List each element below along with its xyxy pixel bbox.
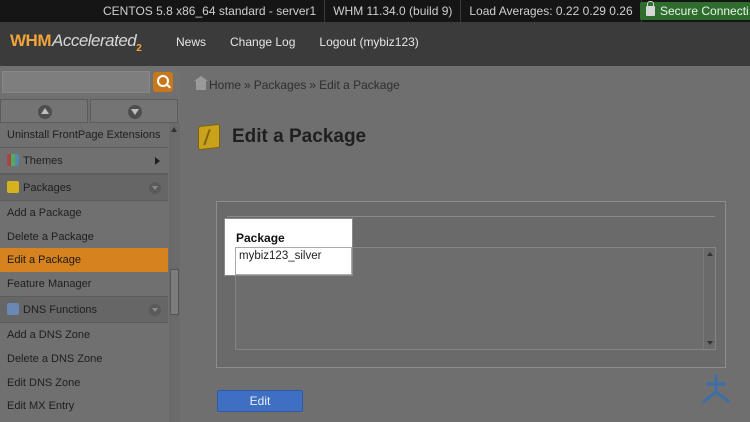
breadcrumb-home[interactable]: Home (209, 78, 241, 92)
logo-accent: Accelerated (51, 31, 137, 50)
sidebar-item-delete-dns-zone[interactable]: Delete a DNS Zone (0, 347, 168, 371)
sidebar-section-themes[interactable]: Themes (0, 146, 168, 174)
header: WHMAccelerated2 News Change Log Logout (… (0, 22, 750, 66)
menu-scroll-up-button[interactable] (0, 99, 88, 123)
scroll-down-arrow-icon[interactable] (707, 341, 713, 345)
page-title: Edit a Package (232, 126, 367, 147)
sidebar-section-packages[interactable]: Packages (0, 173, 168, 201)
arrow-down-icon (128, 105, 142, 119)
nav-news[interactable]: News (176, 35, 206, 49)
sidebar-item-edit-dns-zone[interactable]: Edit DNS Zone (0, 371, 168, 395)
server-info: CENTOS 5.8 x86_64 standard - server1 (95, 0, 326, 22)
top-nav: News Change Log Logout (mybiz123) (176, 35, 443, 49)
nav-change-log[interactable]: Change Log (230, 35, 295, 49)
whm-logo[interactable]: WHMAccelerated2 (10, 31, 142, 54)
sidebar-item-edit-mx-entry[interactable]: Edit MX Entry (0, 394, 168, 418)
sidebar-section-label: DNS Functions (23, 303, 97, 316)
menu-scroll-controls (0, 99, 180, 123)
status-bar: CENTOS 5.8 x86_64 standard - server1 WHM… (0, 0, 750, 22)
breadcrumb-current: Edit a Package (319, 78, 400, 92)
sidebar-item-add-package[interactable]: Add a Package (0, 201, 168, 225)
package-icon (198, 123, 220, 151)
sidebar: Uninstall FrontPage Extensions Themes Pa… (0, 66, 181, 422)
load-averages: Load Averages: 0.22 0.29 0.26 (461, 0, 642, 22)
sidebar-item-edit-package[interactable]: Edit a Package (0, 248, 168, 273)
package-label: Package (236, 231, 285, 245)
sidebar-scrollbar[interactable] (169, 123, 180, 422)
sidebar-scrollbar-thumb[interactable] (170, 269, 179, 315)
breadcrumb: Home» Packages» Edit a Package (194, 76, 400, 92)
chevron-down-icon (149, 181, 161, 194)
breadcrumb-packages[interactable]: Packages (254, 78, 307, 92)
breadcrumb-separator: » (244, 78, 251, 92)
logo-main: WHM (10, 31, 51, 50)
home-icon (194, 76, 208, 90)
panel-divider (227, 216, 715, 217)
sidebar-item-delete-package[interactable]: Delete a Package (0, 225, 168, 249)
package-icon (7, 180, 19, 193)
sidebar-search (0, 69, 180, 95)
scroll-up-arrow-icon[interactable] (707, 252, 713, 256)
lock-icon (646, 1, 655, 16)
secure-connection-label: Secure Connecti (660, 4, 749, 18)
package-list-scrollbar[interactable] (703, 248, 715, 349)
edit-button[interactable]: Edit (217, 390, 303, 412)
chevron-right-icon (155, 156, 160, 165)
search-input[interactable] (2, 71, 150, 93)
package-select-callout: Package mybiz123_silver (224, 218, 353, 276)
watermark-logo-icon (702, 375, 730, 404)
whm-version: WHM 11.34.0 (build 9) (325, 0, 462, 22)
sidebar-section-label: Themes (23, 154, 63, 167)
package-option-selected[interactable]: mybiz123_silver (235, 247, 352, 275)
breadcrumb-separator: » (309, 78, 317, 92)
sidebar-section-label: Packages (23, 181, 72, 194)
sidebar-item-uninstall-frontpage[interactable]: Uninstall FrontPage Extensions (0, 123, 168, 147)
scroll-up-arrow-icon[interactable] (171, 127, 177, 132)
logo-sub: 2 (136, 43, 142, 54)
search-button[interactable] (153, 72, 173, 92)
sidebar-item-feature-manager[interactable]: Feature Manager (0, 272, 168, 296)
secure-connection-badge: Secure Connecti (640, 1, 750, 20)
nav-logout[interactable]: Logout (mybiz123) (319, 35, 418, 49)
sidebar-section-dns-functions[interactable]: DNS Functions (0, 295, 168, 323)
chevron-down-icon (149, 303, 161, 316)
page-header: Edit a Package (198, 122, 366, 152)
dns-icon (7, 302, 19, 315)
sidebar-menu: Uninstall FrontPage Extensions Themes Pa… (0, 123, 168, 418)
arrow-up-icon (38, 105, 52, 119)
sidebar-item-add-dns-zone[interactable]: Add a DNS Zone (0, 323, 168, 347)
menu-scroll-down-button[interactable] (90, 99, 178, 123)
themes-icon (7, 153, 19, 166)
